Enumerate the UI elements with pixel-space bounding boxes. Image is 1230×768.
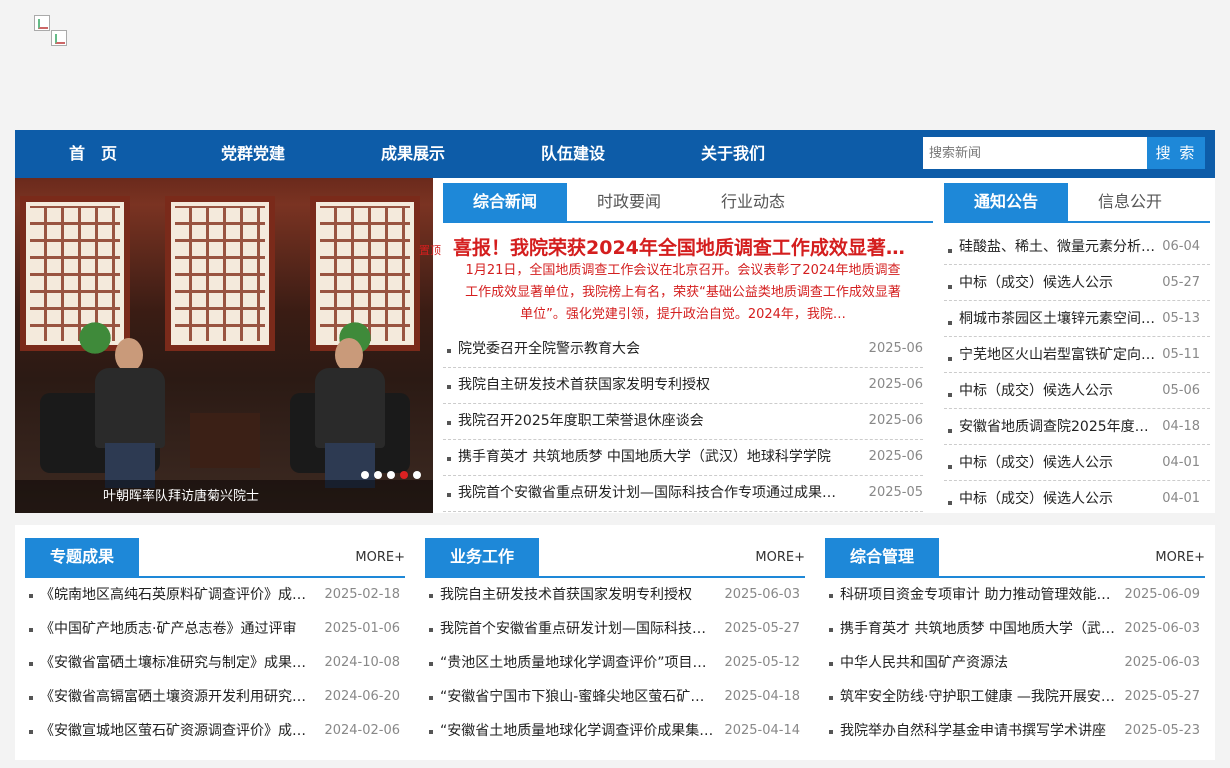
list-item[interactable]: 院党委召开全院警示教育大会 2025-06 — [443, 332, 923, 368]
headline-link[interactable]: 喜报！我院荣获2024年全国地质调查工作成效显著单位 — [453, 233, 923, 260]
broken-image-icon — [51, 30, 67, 46]
general-management-header: 综合管理 MORE+ — [825, 538, 1205, 578]
tab-info-disclosure[interactable]: 信息公开 — [1068, 183, 1192, 221]
more-link[interactable]: MORE+ — [755, 538, 805, 578]
photo-window — [165, 196, 275, 351]
nav-item-home[interactable]: 首 页 — [69, 130, 117, 178]
topic-results-header: 专题成果 MORE+ — [25, 538, 405, 578]
list-item[interactable]: 桐城市茶园区土壤锌元素空间分布特征 05-13 — [944, 301, 1210, 337]
nav-item-team[interactable]: 队伍建设 — [541, 130, 605, 178]
list-item[interactable]: 我院举办自然科学基金申请书撰写学术讲座 2025-05-23 — [825, 714, 1205, 748]
more-link[interactable]: MORE+ — [1155, 538, 1205, 578]
slide-caption[interactable]: 叶朝晖率队拜访唐菊兴院士 — [15, 480, 347, 513]
site-logo[interactable] — [34, 15, 94, 55]
more-link[interactable]: MORE+ — [355, 538, 405, 578]
tab-general-news[interactable]: 综合新闻 — [443, 183, 567, 221]
list-item[interactable]: 我院首个安徽省重点研发计划—国际科技合作专项通过验收 2025-05-27 — [425, 612, 805, 646]
headline-summary: 1月21日，全国地质调查工作会议在北京召开。会议表彰了2024年地质调查工作成效… — [465, 263, 901, 322]
list-item[interactable]: 我院召开2025年度职工荣誉退休座谈会 2025-06 — [443, 404, 923, 440]
notice-tabs: 通知公告 信息公开 — [944, 183, 1210, 223]
business-work-header: 业务工作 MORE+ — [425, 538, 805, 578]
nav-item-about[interactable]: 关于我们 — [701, 130, 765, 178]
list-item[interactable]: 我院自主研发技术首获国家发明专利授权 2025-06 — [443, 368, 923, 404]
list-item[interactable]: 《中国矿产地质志·矿产总志卷》通过评审 2025-01-06 — [25, 612, 405, 646]
tab-notices[interactable]: 通知公告 — [944, 183, 1068, 221]
business-work-title[interactable]: 业务工作 — [425, 538, 539, 576]
search-button[interactable]: 搜 索 — [1147, 137, 1205, 169]
list-item[interactable]: 中标（成交）候选人公示 05-27 — [944, 265, 1210, 301]
slider-dot[interactable] — [413, 471, 421, 479]
main-nav: 首 页 党群党建 成果展示 队伍建设 关于我们 搜 索 — [15, 130, 1215, 178]
image-slider[interactable]: 叶朝晖率队拜访唐菊兴院士 — [15, 178, 433, 513]
tab-politics-news[interactable]: 时政要闻 — [567, 183, 691, 221]
list-item[interactable]: 《皖南地区高纯石英原料矿调查评价》成果通过评审 2025-02-18 — [25, 578, 405, 612]
search-input[interactable] — [923, 137, 1147, 169]
list-item[interactable]: 我院首个安徽省重点研发计划—国际科技合作专项通过成果验收 2025-05 — [443, 476, 923, 512]
list-item[interactable]: 中标（成交）候选人公示 04-01 — [944, 445, 1210, 481]
list-item[interactable]: 安徽省地质调查院2025年度部门预算公开 04-18 — [944, 409, 1210, 445]
slider-dot[interactable] — [361, 471, 369, 479]
list-item[interactable]: “安徽省土地质量地球化学调查评价成果集成”通过验收 2025-04-14 — [425, 714, 805, 748]
photo-person — [315, 338, 385, 488]
photo-person — [95, 338, 165, 488]
list-item[interactable]: 硅酸盐、稀土、微量元素分析测试服务 06-04 — [944, 229, 1210, 265]
slide-photo — [15, 178, 433, 513]
list-item[interactable]: 《安徽省富硒土壤标准研究与制定》成果通过评审 2024-10-08 — [25, 646, 405, 680]
list-item[interactable]: 《安徽省高镉富硒土壤资源开发利用研究》成果通过评审 2024-06-20 — [25, 680, 405, 714]
list-item[interactable]: 携手育英才 共筑地质梦 中国地质大学（武汉）地球科学学院 2025-06-03 — [825, 612, 1205, 646]
list-item[interactable]: 中标（成交）候选人公示 05-06 — [944, 373, 1210, 409]
list-item[interactable]: 筑牢安全防线·守护职工健康 —我院开展安全生产月活动 2025-05-27 — [825, 680, 1205, 714]
nav-item-achievements[interactable]: 成果展示 — [381, 130, 445, 178]
list-item[interactable]: “安徽省宁国市下狼山-蜜蜂尖地区萤石矿调查评价”通过验收 2025-04-18 — [425, 680, 805, 714]
topic-results-title[interactable]: 专题成果 — [25, 538, 139, 576]
slider-dot[interactable] — [374, 471, 382, 479]
slider-dot[interactable] — [387, 471, 395, 479]
list-item[interactable]: 我院自主研发技术首获国家发明专利授权 2025-06-03 — [425, 578, 805, 612]
news-tabs: 综合新闻 时政要闻 行业动态 — [443, 183, 933, 223]
general-management-title[interactable]: 综合管理 — [825, 538, 939, 576]
pinned-tag: 置顶 — [419, 244, 441, 257]
nav-item-party[interactable]: 党群党建 — [221, 130, 285, 178]
list-item[interactable]: 中标（成交）候选人公示 04-01 — [944, 481, 1210, 517]
list-item[interactable]: 宁芜地区火山岩型富铁矿定向预测 05-11 — [944, 337, 1210, 373]
list-item[interactable]: 中华人民共和国矿产资源法 2025-06-03 — [825, 646, 1205, 680]
list-item[interactable]: 科研项目资金专项审计 助力推动管理效能提升 2025-06-09 — [825, 578, 1205, 612]
list-item[interactable]: 《安徽宣城地区萤石矿资源调查评价》成果通过评审 2024-02-06 — [25, 714, 405, 748]
slider-dot-active[interactable] — [400, 471, 408, 479]
list-item[interactable]: “贵池区土地质量地球化学调查评价”项目通过验收 2025-05-12 — [425, 646, 805, 680]
tab-industry-news[interactable]: 行业动态 — [691, 183, 815, 221]
broken-image-icon — [34, 15, 50, 31]
list-item[interactable]: 携手育英才 共筑地质梦 中国地质大学（武汉）地球科学学院 2025-06 — [443, 440, 923, 476]
slider-dots — [361, 471, 421, 479]
